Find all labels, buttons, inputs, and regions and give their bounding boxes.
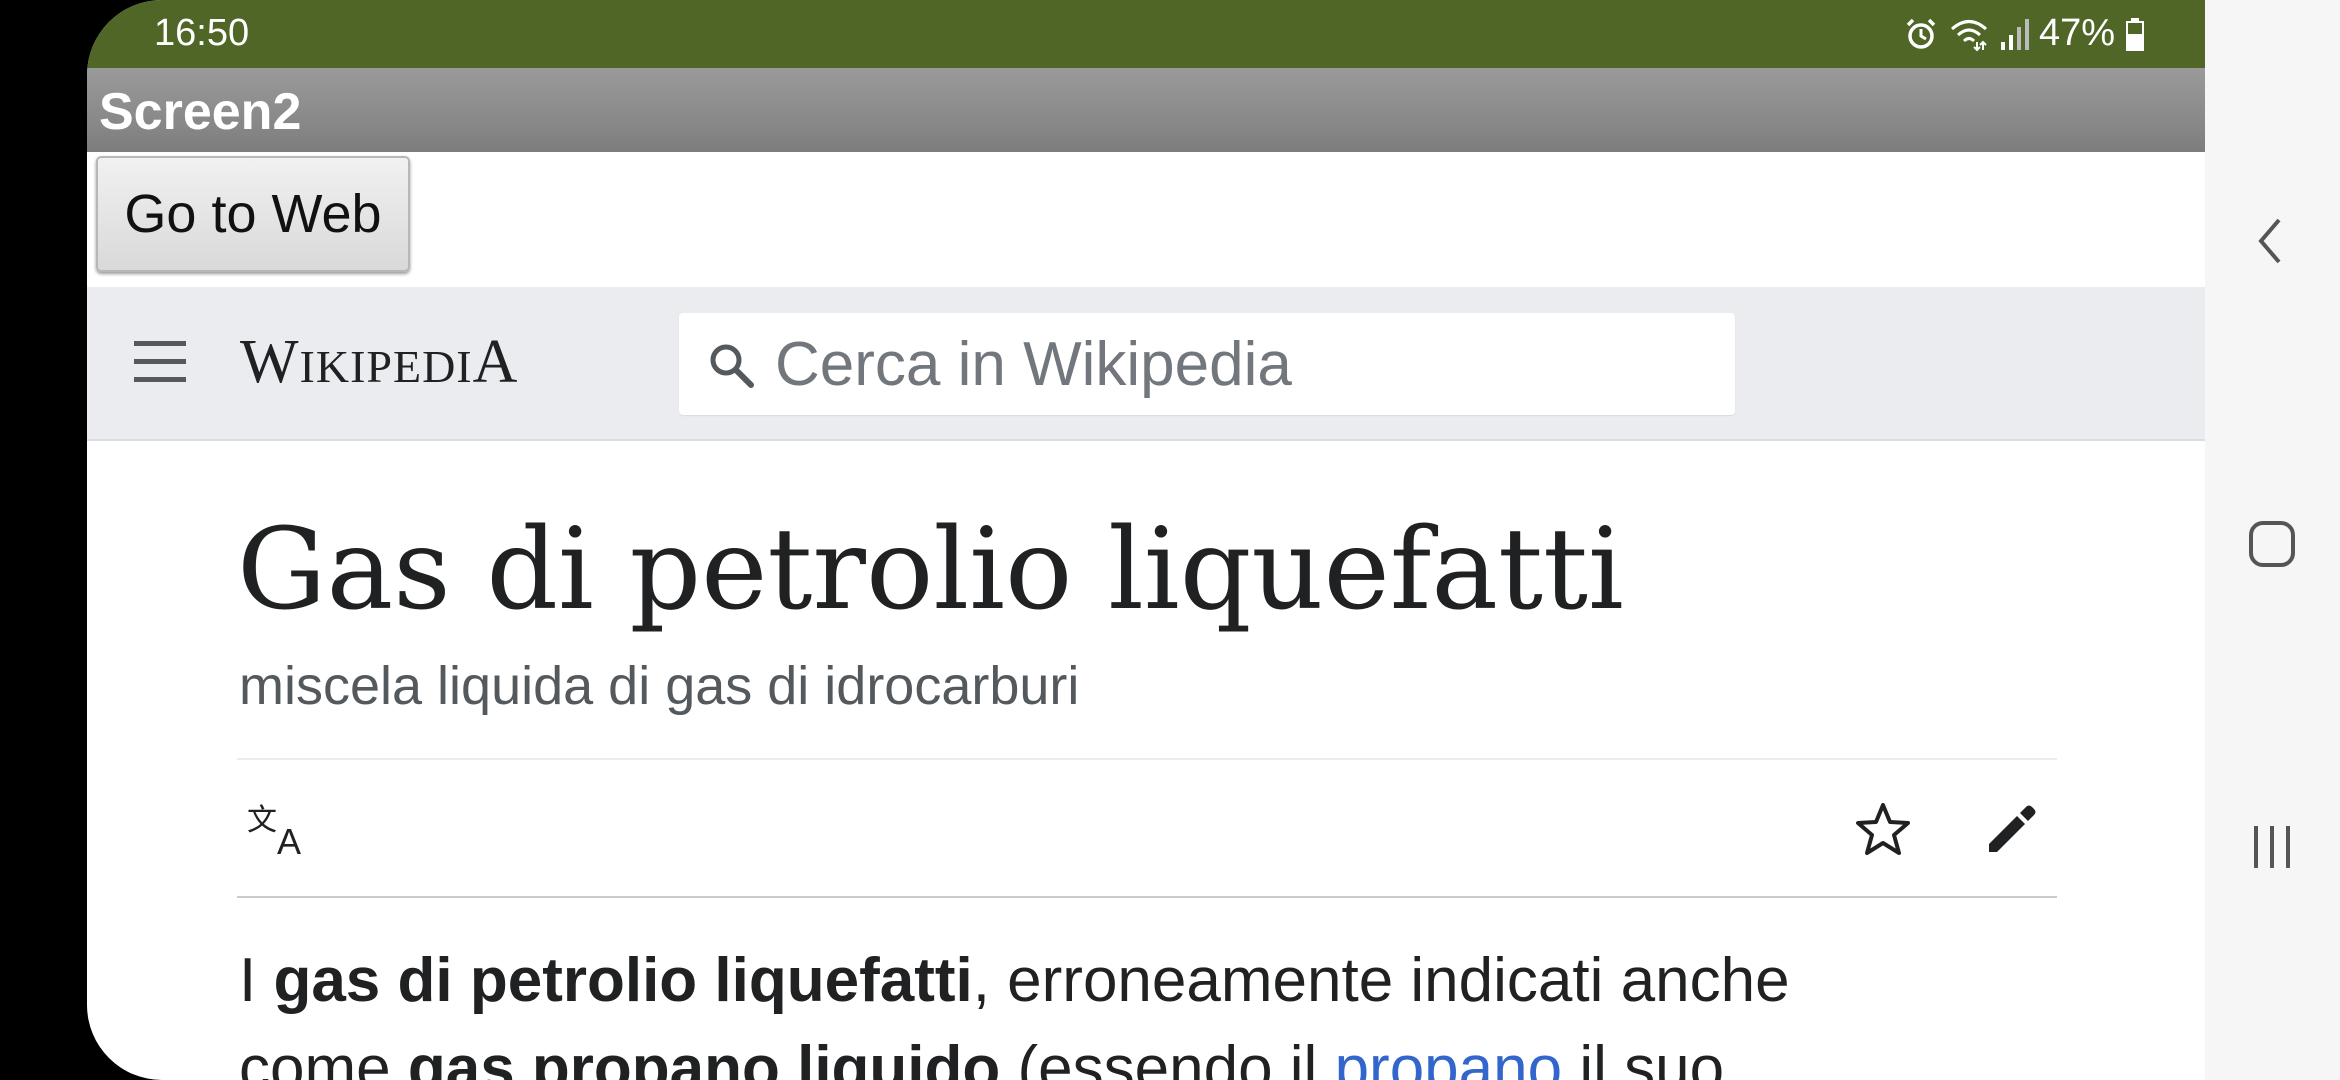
app-title-bar: Screen2 — [87, 68, 2205, 152]
svg-text:A: A — [277, 821, 301, 856]
edit-icon[interactable] — [1983, 800, 2041, 858]
status-time: 16:50 — [154, 12, 250, 54]
search-box[interactable] — [679, 313, 1735, 415]
divider — [237, 758, 2057, 760]
article-line: come gas propano liquido (essendo il pro… — [239, 1025, 2119, 1080]
article-body: I gas di petrolio liquefatti, erroneamen… — [239, 937, 2119, 1080]
back-icon[interactable] — [2241, 210, 2303, 272]
system-nav-bar — [2205, 0, 2340, 1080]
signal-icon — [1999, 16, 2029, 52]
alarm-icon — [1903, 16, 1939, 52]
star-icon[interactable] — [1853, 800, 1913, 860]
wikipedia-logo[interactable]: WIKIPEDIA — [240, 327, 518, 398]
divider — [237, 896, 2057, 898]
article-description: miscela liquida di gas di idrocarburi — [239, 656, 1080, 716]
search-input[interactable] — [775, 313, 1715, 415]
menu-icon[interactable] — [134, 335, 186, 387]
battery-text: 47% — [2038, 12, 2115, 54]
battery-icon — [2125, 16, 2145, 52]
recents-icon[interactable] — [2241, 816, 2303, 878]
search-icon — [710, 344, 754, 388]
article-line: I gas di petrolio liquefatti, erroneamen… — [239, 946, 1790, 1015]
go-to-web-button[interactable]: Go to Web — [96, 156, 410, 272]
app-screen: 16:50 47% Screen2 Go to Web WIKIPEDIA Ce… — [87, 0, 2205, 1080]
status-bar: 16:50 47% — [87, 0, 2205, 68]
article-title: Gas di petrolio liquefatti — [237, 505, 1624, 635]
propano-link[interactable]: propano — [1335, 1034, 1563, 1080]
home-icon[interactable] — [2241, 513, 2303, 575]
status-icons: 47% — [1903, 12, 2145, 55]
language-icon[interactable]: 文 A — [247, 800, 309, 856]
svg-text:文: 文 — [247, 803, 277, 838]
screen-title: Screen2 — [99, 83, 302, 141]
wikipedia-header: WIKIPEDIA — [87, 287, 2205, 441]
wifi-icon — [1949, 16, 1989, 52]
